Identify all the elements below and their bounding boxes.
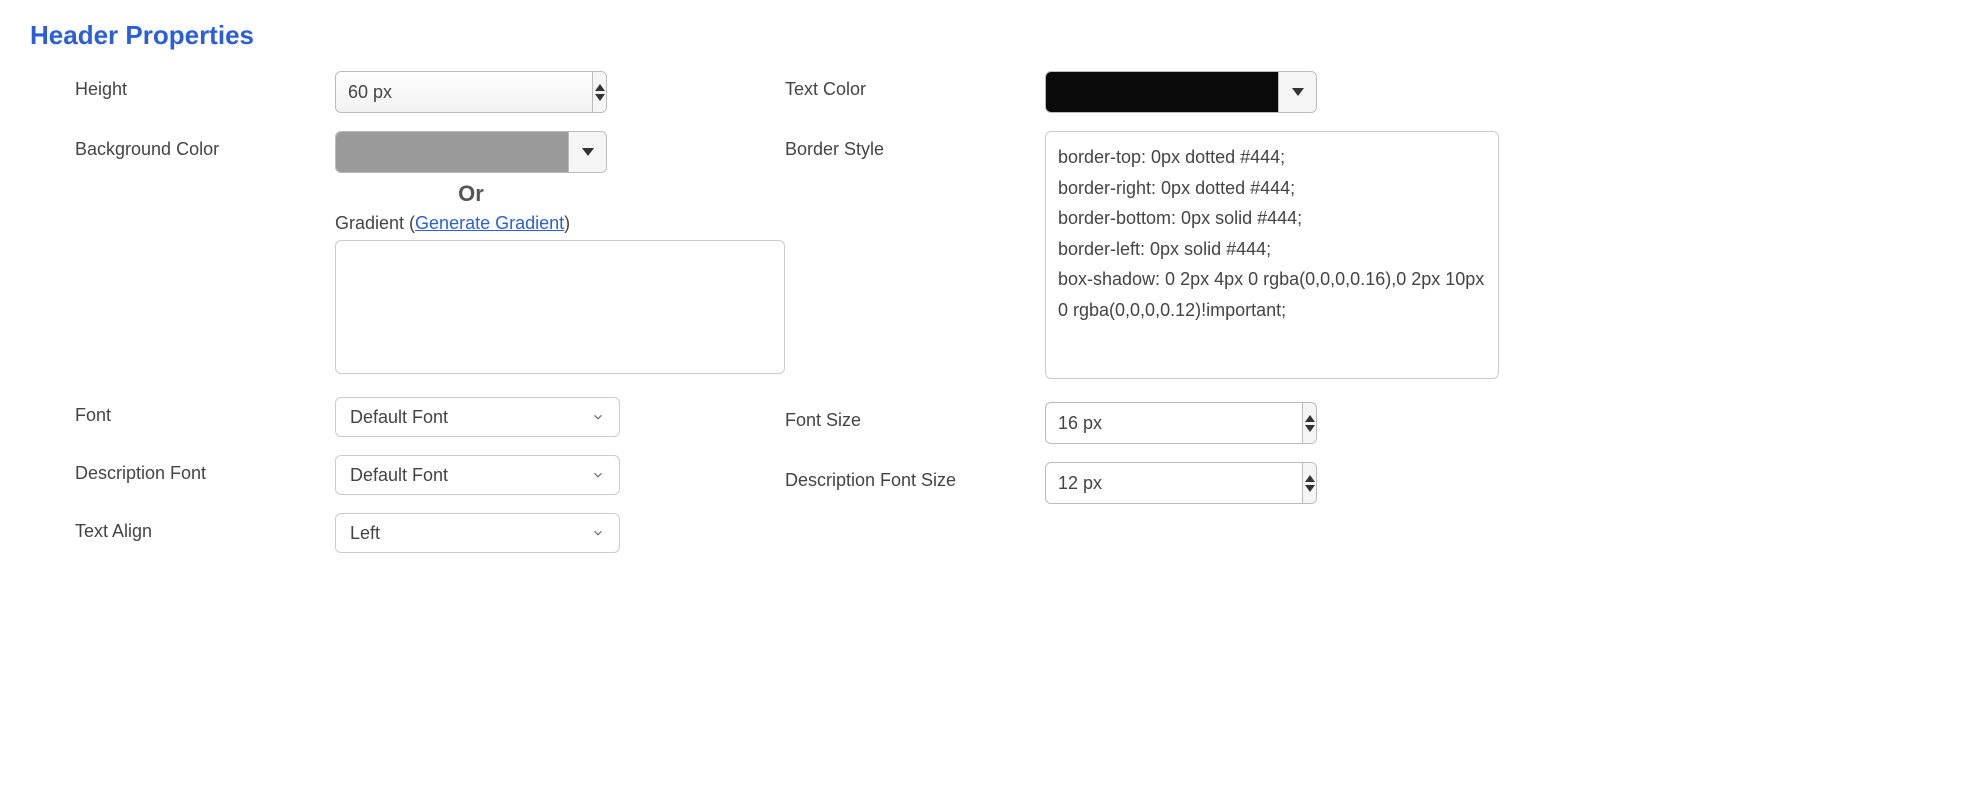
description-font-size-input[interactable] (1046, 463, 1302, 503)
caret-down-icon (1292, 88, 1304, 96)
gradient-label-line: Gradient (Generate Gradient) (335, 213, 785, 234)
row-text-align: Text Align Left (75, 513, 785, 553)
caret-down-icon (1305, 485, 1315, 492)
caret-down-icon (582, 148, 594, 156)
label-height: Height (75, 71, 335, 100)
label-text-color: Text Color (785, 71, 1045, 100)
chevron-down-icon (591, 410, 605, 424)
description-font-select[interactable]: Default Font (335, 455, 620, 495)
text-color-picker[interactable] (1045, 71, 1317, 113)
form-container: Height Background Color (30, 71, 1958, 571)
text-color-dropdown-button[interactable] (1278, 72, 1316, 112)
label-font: Font (75, 397, 335, 426)
text-align-select-value: Left (350, 523, 591, 544)
generate-gradient-link[interactable]: Generate Gradient (415, 213, 564, 233)
label-description-font-size: Description Font Size (785, 462, 1045, 491)
font-select[interactable]: Default Font (335, 397, 620, 437)
background-color-picker[interactable] (335, 131, 607, 173)
font-size-spinner[interactable] (1045, 402, 1317, 444)
font-size-input[interactable] (1046, 403, 1302, 443)
left-column: Height Background Color (30, 71, 785, 571)
text-color-swatch (1046, 72, 1278, 112)
gradient-suffix: ) (564, 213, 570, 233)
gradient-textarea[interactable] (335, 240, 785, 374)
caret-up-icon (1305, 475, 1315, 482)
row-description-font: Description Font Default Font (75, 455, 785, 495)
font-select-value: Default Font (350, 407, 591, 428)
height-spinner[interactable] (335, 71, 607, 113)
row-font-size: Font Size (785, 402, 1495, 444)
section-title: Header Properties (30, 20, 1958, 51)
gradient-prefix: Gradient ( (335, 213, 415, 233)
label-description-font: Description Font (75, 455, 335, 484)
caret-down-icon (595, 94, 605, 101)
row-border-style: Border Style (785, 131, 1495, 384)
height-spinner-buttons[interactable] (592, 72, 606, 112)
height-input[interactable] (336, 72, 592, 112)
description-font-size-spinner[interactable] (1045, 462, 1317, 504)
chevron-down-icon (591, 468, 605, 482)
font-size-spinner-buttons[interactable] (1302, 403, 1316, 443)
label-font-size: Font Size (785, 402, 1045, 431)
row-height: Height (75, 71, 785, 113)
chevron-down-icon (591, 526, 605, 540)
row-description-font-size: Description Font Size (785, 462, 1495, 504)
label-background-color: Background Color (75, 131, 335, 160)
right-column: Text Color Border Style Font Size (785, 71, 1495, 571)
row-background-color: Background Color Or Gradient (Generate G… (75, 131, 785, 379)
description-font-size-spinner-buttons[interactable] (1302, 463, 1316, 503)
label-border-style: Border Style (785, 131, 1045, 160)
caret-up-icon (595, 84, 605, 91)
background-color-dropdown-button[interactable] (568, 132, 606, 172)
caret-up-icon (1305, 415, 1315, 422)
border-style-textarea[interactable] (1045, 131, 1499, 379)
or-divider: Or (335, 181, 607, 207)
row-font: Font Default Font (75, 397, 785, 437)
description-font-select-value: Default Font (350, 465, 591, 486)
row-text-color: Text Color (785, 71, 1495, 113)
text-align-select[interactable]: Left (335, 513, 620, 553)
caret-down-icon (1305, 425, 1315, 432)
background-color-swatch (336, 132, 568, 172)
label-text-align: Text Align (75, 513, 335, 542)
